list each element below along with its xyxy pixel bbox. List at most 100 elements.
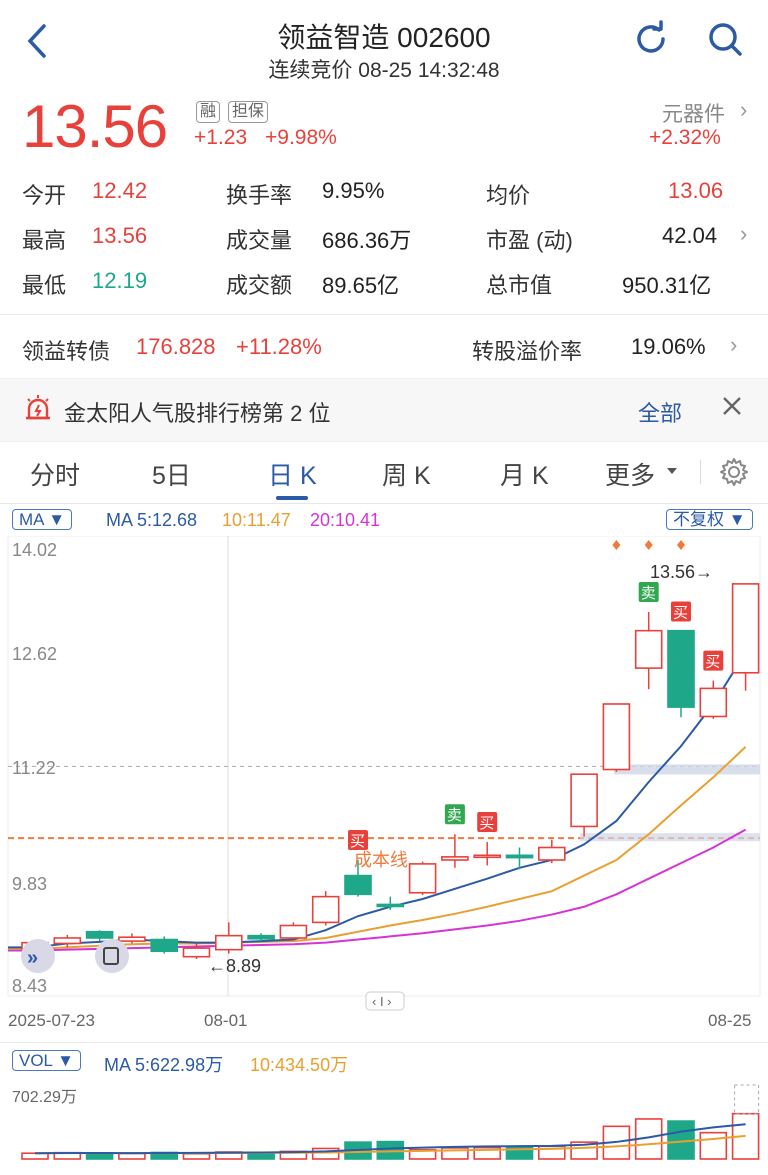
x-tick-label: 2025-07-23 <box>8 1011 95 1030</box>
candle-body <box>537 846 566 861</box>
volume-bar <box>182 1152 211 1160</box>
svg-text:»: » <box>27 947 38 969</box>
pe-value: 42.04 <box>662 223 718 248</box>
close-icon[interactable] <box>720 394 744 423</box>
pe-label[interactable]: 市盈 (动) <box>486 223 573 255</box>
trading-status: 连续竞价 08-25 14:32:48 <box>268 59 500 82</box>
buy-marker-label: 买 <box>479 815 494 832</box>
y-tick-label: 14.02 <box>12 540 57 560</box>
tab-monthly-k[interactable]: 月 K <box>500 456 549 492</box>
divider <box>0 1042 768 1043</box>
turnover-value: 9.95% <box>322 178 385 203</box>
ma5-line <box>8 651 747 949</box>
buy-marker-label: 买 <box>350 833 365 850</box>
candle-body <box>118 936 146 942</box>
volume-label: 成交量 <box>226 228 293 253</box>
volume-chart[interactable] <box>0 1075 768 1165</box>
candle-body <box>634 629 663 669</box>
open-value: 12.42 <box>92 178 148 203</box>
cost-line-label: 成本线 <box>354 850 408 870</box>
adjust-selector[interactable]: 不复权 ▼ <box>666 509 753 531</box>
last-price: 13.56 <box>22 93 168 160</box>
candle-body <box>602 703 631 771</box>
candle-body <box>699 687 728 718</box>
ma10-line <box>8 746 747 950</box>
kline-chart[interactable]: 买买买买卖卖 14.02 12.62 11.22 9.83 8.43 成本线 ←… <box>0 536 768 1040</box>
tab-active-indicator <box>276 496 308 500</box>
sector-change-pct: +2.32% <box>649 126 721 149</box>
refresh-icon[interactable] <box>632 20 670 58</box>
volume-value: 686.36万 <box>322 228 412 253</box>
bond-name[interactable]: 领益转债 <box>22 334 110 366</box>
x-tick-label: 08-01 <box>204 1011 247 1030</box>
ma5-value: MA 5:12.68 <box>106 510 198 530</box>
high-label: 最高 <box>22 228 67 253</box>
low-label: 最低 <box>22 273 67 298</box>
tab-divider <box>700 460 701 484</box>
y-tick-label: 12.62 <box>12 644 57 664</box>
candle-body <box>473 854 502 859</box>
rotate-button[interactable] <box>95 939 129 973</box>
y-tick-label: 11.22 <box>12 758 56 778</box>
vol-ma10-value: 10:434.50万 <box>250 1055 349 1075</box>
gear-icon[interactable] <box>718 456 750 493</box>
market-cap-label: 总市值 <box>486 273 553 298</box>
candle-body <box>150 938 178 953</box>
candle-body <box>505 854 534 859</box>
volume-bar <box>699 1131 728 1160</box>
price-change-pct: +9.98% <box>265 126 337 149</box>
tag-collateral: 担保 <box>228 101 269 123</box>
volume-projection <box>734 1084 760 1115</box>
candle-body <box>570 773 598 828</box>
sector-name[interactable]: 元器件 <box>662 98 725 128</box>
avg-value: 13.06 <box>668 178 724 203</box>
ma-selector[interactable]: MA ▼ <box>12 509 73 531</box>
chevron-right-icon[interactable]: › <box>740 221 747 247</box>
tab-weekly-k[interactable]: 周 K <box>382 456 431 492</box>
sell-marker-label: 卖 <box>641 585 656 602</box>
amount-label: 成交额 <box>226 273 293 298</box>
buy-marker-label: 买 <box>705 654 720 671</box>
drag-handle[interactable]: ‹ I › <box>365 991 405 1011</box>
candle-body <box>182 947 211 958</box>
buy-marker-label: 买 <box>673 604 688 621</box>
candle-body <box>408 863 437 894</box>
open-label: 今开 <box>22 183 67 208</box>
premium-label: 转股溢价率 <box>472 339 583 364</box>
notice-all-link[interactable]: 全部 <box>638 396 682 428</box>
tab-5day[interactable]: 5日 <box>152 456 191 492</box>
ma-selector-label: MA <box>19 510 44 529</box>
amount-value: 89.65亿 <box>322 273 400 298</box>
candle-body <box>247 934 275 940</box>
chevron-right-icon[interactable]: › <box>730 332 737 358</box>
margin-tag: 融 <box>196 101 221 123</box>
turnover-label: 换手率 <box>226 183 293 208</box>
candle-body <box>731 583 760 674</box>
y-tick-label: 9.83 <box>12 874 47 894</box>
event-diamond-icon <box>644 540 653 550</box>
candle-body <box>667 629 695 708</box>
candle-body <box>441 856 469 861</box>
event-diamond-icon <box>677 540 685 550</box>
y-tick-label: 8.43 <box>12 976 47 996</box>
vol-selector-label: VOL <box>19 1051 53 1070</box>
search-icon[interactable] <box>706 20 744 58</box>
high-value: 13.56 <box>92 223 148 248</box>
price-change: +1.23 <box>194 126 248 149</box>
chevron-right-icon[interactable]: › <box>740 97 747 123</box>
ma20-value: 20:10.41 <box>310 510 381 530</box>
divider <box>0 503 768 504</box>
alarm-icon <box>24 394 52 427</box>
candle-body <box>311 895 340 924</box>
tab-more[interactable]: 更多 <box>605 456 655 492</box>
candle-body <box>53 937 82 945</box>
tab-daily-k[interactable]: 日 K <box>268 456 317 492</box>
vol-selector[interactable]: VOL ▼ <box>12 1050 81 1072</box>
bond-change-pct: +11.28% <box>236 334 322 359</box>
caret-down-icon[interactable] <box>666 463 678 481</box>
collapse-left-button[interactable]: » <box>21 939 55 973</box>
low-value: 12.19 <box>92 268 148 293</box>
notice-text: 金太阳人气股排行榜第 2 位 <box>64 401 331 426</box>
tab-intraday[interactable]: 分时 <box>30 456 80 492</box>
premium-value: 19.06% <box>631 334 706 359</box>
